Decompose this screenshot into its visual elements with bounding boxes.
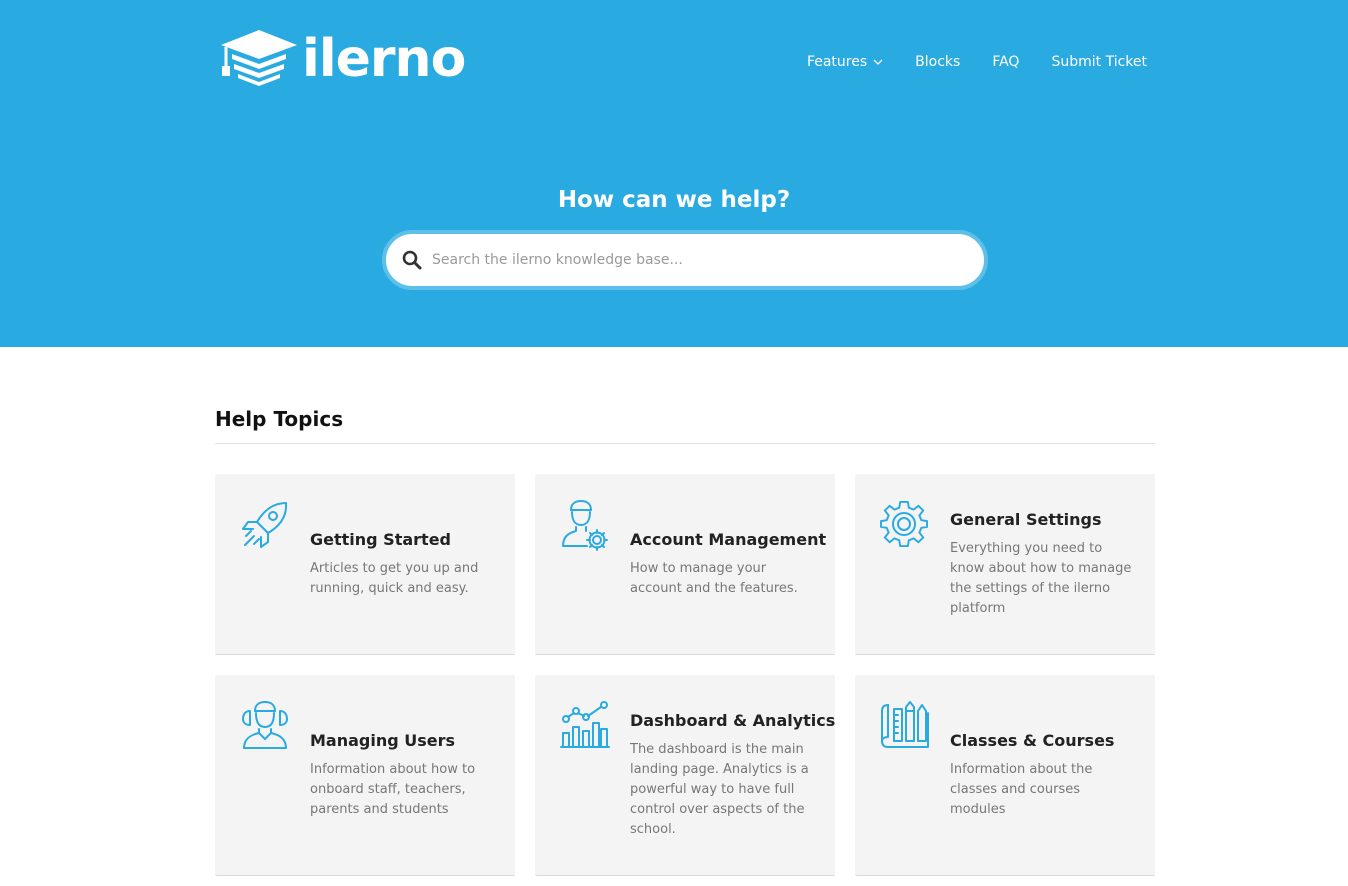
nav-item-features[interactable]: Features — [807, 54, 883, 70]
topic-card-general-settings[interactable]: General Settings Everything you need to … — [855, 474, 1155, 655]
gear-icon — [880, 500, 928, 548]
topic-card-title: General Settings — [950, 510, 1102, 529]
site-logo[interactable]: ilerno — [220, 28, 466, 90]
search-icon — [402, 250, 422, 270]
nav-item-label: Features — [806, 54, 868, 70]
nav-item-blocks[interactable]: Blocks — [915, 54, 960, 70]
topic-card-description: Information about how to onboard staff, … — [310, 762, 476, 817]
search-box[interactable] — [382, 230, 988, 290]
hero-title: How can we help? — [557, 187, 791, 213]
topic-card-description: Everything you need to know about how to… — [950, 541, 1132, 616]
topic-card-description: How to manage your account and the featu… — [630, 561, 798, 596]
chevron-down-icon — [873, 59, 883, 65]
user-settings-icon — [562, 500, 608, 551]
topic-card-account-management[interactable]: Account Management How to manage your ac… — [535, 474, 835, 655]
search-input[interactable] — [432, 252, 952, 268]
brand-name: ilerno — [302, 29, 466, 89]
section-title: Help Topics — [215, 407, 344, 431]
topic-card-description: The dashboard is the main landing page. … — [630, 742, 809, 837]
users-icon — [242, 701, 288, 749]
topic-card-title: Account Management — [630, 530, 827, 549]
topic-card-dashboard-analytics[interactable]: Dashboard & Analytics The dashboard is t… — [535, 675, 835, 876]
graduation-cap-icon — [221, 30, 297, 86]
topic-card-description: Information about the classes and course… — [950, 762, 1093, 817]
topic-card-title: Getting Started — [310, 530, 451, 549]
topic-card-getting-started[interactable]: Getting Started Articles to get you up a… — [215, 474, 515, 655]
nav-item-submit-ticket[interactable]: Submit Ticket — [1051, 54, 1147, 70]
main-nav: Features Blocks FAQ Submit Ticket — [807, 54, 1147, 70]
topic-card-managing-users[interactable]: Managing Users Information about how to … — [215, 675, 515, 876]
analytics-icon — [560, 701, 610, 748]
topic-card-title: Managing Users — [310, 731, 456, 750]
topic-card-title: Dashboard & Analytics — [630, 711, 836, 730]
topic-card-classes-courses[interactable]: Classes & Courses Information about the … — [855, 675, 1155, 876]
book-tools-icon — [881, 701, 929, 748]
nav-item-faq[interactable]: FAQ — [992, 54, 1019, 70]
topic-card-title: Classes & Courses — [950, 731, 1115, 750]
hero-header: ilerno Features Blocks FAQ Submit Ticket… — [0, 0, 1348, 347]
divider — [215, 443, 1155, 444]
rocket-icon — [242, 502, 288, 548]
topic-card-description: Articles to get you up and running, quic… — [310, 561, 479, 596]
